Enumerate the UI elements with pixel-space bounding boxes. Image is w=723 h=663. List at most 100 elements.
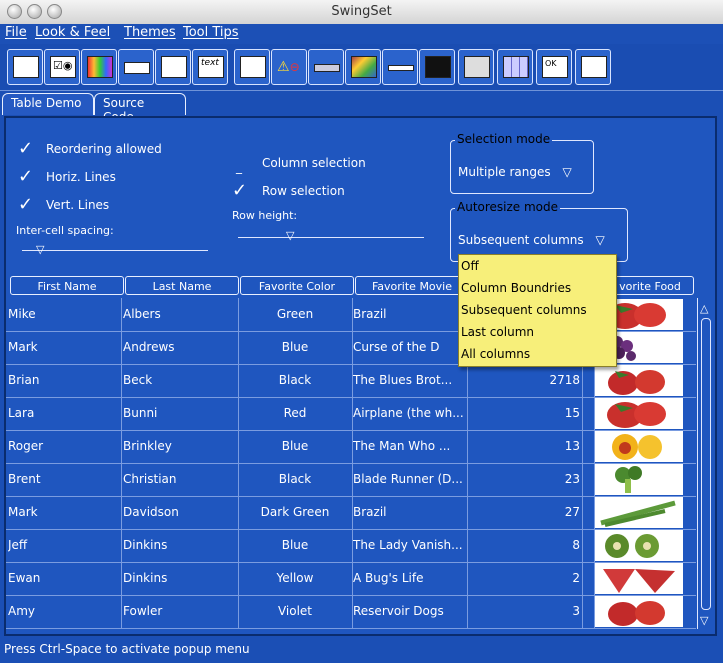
spacing-slider-thumb[interactable]: ▽ — [36, 243, 44, 256]
autoresize-mode-label: Autoresize mode — [455, 200, 561, 214]
cell-first-name: Jeff — [8, 538, 28, 552]
column-header-favorite-color[interactable]: Favorite Color — [240, 276, 354, 295]
tooltip-button[interactable]: OK — [536, 49, 572, 85]
cell-favorite-movie: Reservoir Dogs — [353, 604, 444, 618]
table-row[interactable]: Jeff Dinkins Blue The Lady Vanish... 8 — [6, 529, 696, 563]
selection-mode-value: Multiple ranges — [458, 165, 551, 179]
row-height-slider-track[interactable] — [238, 237, 424, 238]
cell-first-name: Brian — [8, 373, 40, 387]
cell-favorite-movie: Blade Runner (D... — [353, 472, 463, 486]
reordering-checkbox-label[interactable]: Reordering allowed — [46, 142, 162, 156]
column-selection-checkbox[interactable]: _ — [236, 160, 242, 174]
reordering-checkmark-icon[interactable]: ✓ — [18, 140, 33, 158]
scroll-pane-button[interactable] — [345, 49, 381, 85]
option-pane-button[interactable]: ⚠⊖ — [271, 49, 307, 85]
list-icon — [240, 56, 266, 78]
menu-tool-tips[interactable]: Tool Tips — [183, 25, 239, 40]
scroll-thumb[interactable] — [701, 318, 711, 610]
row-height-slider-thumb[interactable]: ▽ — [286, 229, 294, 242]
table-row[interactable]: Amy Fowler Violet Reservoir Dogs 3 — [6, 595, 696, 629]
autoresize-option-off[interactable]: Off — [459, 255, 616, 277]
checkbox-demo-button[interactable]: ☑◉ — [44, 49, 80, 85]
button-demo-icon — [13, 56, 39, 78]
table-row[interactable]: Brent Christian Black Blade Runner (D...… — [6, 463, 696, 497]
autoresize-mode-popup: Off Column Boundries Subsequent columns … — [458, 254, 617, 367]
table-button[interactable] — [497, 49, 533, 85]
swingset-window: SwingSet File Look & Feel Themes Tool Ti… — [0, 0, 723, 663]
progress-bar-button[interactable] — [308, 49, 344, 85]
autoresize-option-last-column[interactable]: Last column — [459, 321, 616, 343]
autoresize-mode-combo[interactable]: Subsequent columns ▽ — [458, 233, 605, 247]
cell-last-name: Fowler — [123, 604, 163, 618]
tree-button[interactable] — [575, 49, 611, 85]
cell-favorite-color: Dark Green — [260, 505, 330, 519]
selection-mode-combo[interactable]: Multiple ranges ▽ — [458, 165, 572, 179]
scroll-up-arrow-icon[interactable]: △ — [700, 302, 708, 315]
tab-table-demo[interactable]: Table Demo — [2, 93, 94, 115]
menu-file[interactable]: File — [5, 25, 27, 40]
cell-favorite-movie: Brazil — [353, 505, 387, 519]
table-row[interactable]: Roger Brinkley Blue The Man Who ... 13 — [6, 430, 696, 464]
table-row[interactable]: Lara Bunni Red Airplane (the wh... 15 — [6, 397, 696, 431]
option-pane-icon: ⚠⊖ — [277, 59, 300, 75]
cell-first-name: Mark — [8, 505, 38, 519]
cell-favorite-movie: Brazil — [353, 307, 387, 321]
raspberry-icon — [595, 596, 683, 627]
column-header-favorite-food[interactable]: vorite Food — [606, 276, 694, 295]
column-divider — [352, 298, 353, 629]
watermelon-icon — [603, 569, 675, 593]
table-row[interactable]: Mark Davidson Dark Green Brazil 27 — [6, 496, 696, 530]
color-chooser-button[interactable] — [81, 49, 117, 85]
table-icon — [503, 56, 529, 78]
tabbed-pane-button[interactable] — [458, 49, 494, 85]
menu-look-and-feel[interactable]: Look & Feel — [35, 25, 110, 40]
autoresize-option-subsequent-columns[interactable]: Subsequent columns — [459, 299, 616, 321]
cell-favorite-color: Black — [278, 373, 312, 387]
cell-first-name: Mark — [8, 340, 38, 354]
row-selection-checkmark-icon[interactable]: ✓ — [232, 182, 247, 200]
cell-first-name: Ewan — [8, 571, 41, 585]
tab-strip: Table Demo Source Code — [0, 90, 723, 124]
color-chooser-icon — [87, 56, 113, 78]
cell-last-name: Christian — [123, 472, 177, 486]
broccoli-icon — [615, 466, 642, 493]
text-demo-button[interactable]: text — [192, 49, 228, 85]
split-pane-button[interactable] — [419, 49, 455, 85]
horiz-lines-checkbox-label[interactable]: Horiz. Lines — [46, 170, 116, 184]
autoresize-option-all-columns[interactable]: All columns — [459, 343, 616, 365]
cell-first-name: Lara — [8, 406, 35, 420]
cell-favorite-color: Green — [276, 307, 314, 321]
button-demo-button[interactable] — [7, 49, 43, 85]
cell-favorite-movie: Airplane (the wh... — [353, 406, 464, 420]
combobox-button[interactable] — [118, 49, 154, 85]
column-selection-label[interactable]: Column selection — [262, 156, 366, 170]
row-height-label: Row height: — [232, 209, 298, 222]
title-bar: SwingSet — [0, 0, 723, 25]
list-button[interactable] — [234, 49, 270, 85]
chevron-down-icon: ▽ — [562, 165, 572, 179]
column-header-favorite-movie[interactable]: Favorite Movie — [355, 276, 469, 295]
raspberry-icon — [595, 365, 683, 396]
autoresize-option-column-boundries[interactable]: Column Boundries — [459, 277, 616, 299]
kiwi-icon — [595, 530, 683, 561]
checkbox-demo-icon: ☑◉ — [50, 56, 76, 78]
cell-favorite-color: Black — [278, 472, 312, 486]
table-row[interactable]: Brian Beck Black The Blues Brot... 2718 — [6, 364, 696, 398]
menu-themes[interactable]: Themes — [124, 25, 176, 40]
cell-favorite-number: 2 — [572, 571, 580, 585]
tab-source-code[interactable]: Source Code — [94, 93, 186, 124]
scroll-down-arrow-icon[interactable]: ▽ — [700, 614, 708, 627]
vert-lines-checkbox-label[interactable]: Vert. Lines — [46, 198, 109, 212]
list-demo-button[interactable] — [155, 49, 191, 85]
horiz-lines-checkmark-icon[interactable]: ✓ — [18, 168, 33, 186]
spacing-slider-track[interactable] — [22, 250, 208, 251]
table-row[interactable]: Ewan Dinkins Yellow A Bug's Life 2 — [6, 562, 696, 596]
cell-last-name: Dinkins — [123, 571, 168, 585]
cell-favorite-color: Red — [283, 406, 307, 420]
table-vertical-scrollbar[interactable]: △ ▽ — [697, 298, 712, 629]
column-header-first-name[interactable]: First Name — [10, 276, 124, 295]
vert-lines-checkmark-icon[interactable]: ✓ — [18, 196, 33, 214]
slider-button[interactable] — [382, 49, 418, 85]
row-selection-label[interactable]: Row selection — [262, 184, 345, 198]
column-header-last-name[interactable]: Last Name — [125, 276, 239, 295]
